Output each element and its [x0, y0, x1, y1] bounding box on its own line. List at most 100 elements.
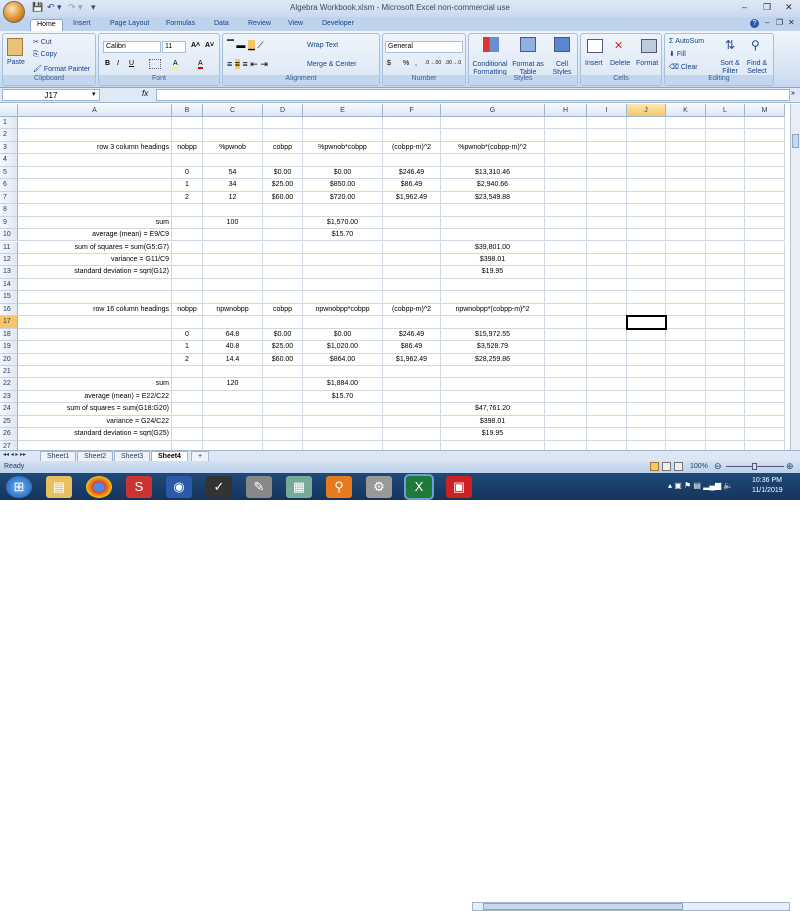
- cell-E1[interactable]: [303, 117, 383, 130]
- cell-C10[interactable]: [203, 229, 263, 242]
- cell-M11[interactable]: [745, 241, 785, 254]
- cell-A27[interactable]: [18, 440, 172, 450]
- cell-H13[interactable]: [545, 266, 587, 279]
- cell-K10[interactable]: [666, 229, 706, 242]
- cell-J18[interactable]: [627, 328, 666, 342]
- row-header-9[interactable]: 9: [0, 216, 18, 230]
- page-layout-view-button[interactable]: [662, 462, 671, 471]
- cell-D11[interactable]: [263, 241, 303, 254]
- cell-I13[interactable]: [587, 266, 627, 279]
- cell-L5[interactable]: [706, 166, 745, 180]
- name-box[interactable]: J17: [2, 89, 100, 101]
- cell-I7[interactable]: [587, 191, 627, 205]
- cell-I14[interactable]: [587, 278, 627, 292]
- cell-L26[interactable]: [706, 428, 745, 441]
- cell-G18[interactable]: $15,972.55: [441, 328, 545, 342]
- cell-G24[interactable]: $47,761.20: [441, 403, 545, 416]
- cell-G8[interactable]: [441, 204, 545, 217]
- cell-D16[interactable]: cobpp: [263, 303, 303, 317]
- cell-M1[interactable]: [745, 117, 785, 130]
- cell-M19[interactable]: [745, 341, 785, 354]
- cut-button[interactable]: ✂ Cut: [33, 38, 52, 46]
- cell-D15[interactable]: [263, 291, 303, 304]
- column-header-M[interactable]: M: [745, 104, 785, 117]
- cell-M25[interactable]: [745, 415, 785, 429]
- cell-B17[interactable]: [172, 316, 203, 329]
- cell-K3[interactable]: [666, 141, 706, 155]
- cell-C4[interactable]: [203, 154, 263, 167]
- cell-E20[interactable]: $864.00: [303, 353, 383, 366]
- column-header-K[interactable]: K: [666, 104, 706, 117]
- cell-F11[interactable]: [383, 241, 441, 254]
- cell-I5[interactable]: [587, 166, 627, 180]
- cell-A11[interactable]: sum of squares = sum(G5:G7): [18, 241, 172, 254]
- delete-button[interactable]: Delete: [610, 60, 630, 67]
- cell-K4[interactable]: [666, 154, 706, 167]
- cell-M3[interactable]: [745, 141, 785, 155]
- cell-L4[interactable]: [706, 154, 745, 167]
- italic-button[interactable]: I: [117, 60, 119, 67]
- cell-I10[interactable]: [587, 229, 627, 242]
- cell-L18[interactable]: [706, 328, 745, 342]
- cell-K20[interactable]: [666, 353, 706, 366]
- cell-H25[interactable]: [545, 415, 587, 429]
- cell-B19[interactable]: 1: [172, 341, 203, 354]
- cell-E19[interactable]: $1,020.00: [303, 341, 383, 354]
- font-size-select[interactable]: 11: [162, 41, 186, 53]
- row-header-2[interactable]: 2: [0, 129, 18, 142]
- percent-button[interactable]: %: [403, 60, 409, 67]
- cell-E23[interactable]: $15.70: [303, 390, 383, 404]
- cell-F14[interactable]: [383, 278, 441, 292]
- row-header-10[interactable]: 10: [0, 229, 18, 242]
- cell-L19[interactable]: [706, 341, 745, 354]
- cell-K7[interactable]: [666, 191, 706, 205]
- cell-D7[interactable]: $60.00: [263, 191, 303, 205]
- cell-H16[interactable]: [545, 303, 587, 317]
- cell-G13[interactable]: $19.95: [441, 266, 545, 279]
- cell-A12[interactable]: variance = G11/C9: [18, 253, 172, 267]
- column-header-E[interactable]: E: [303, 104, 383, 117]
- insert-function-button[interactable]: fx: [142, 89, 148, 98]
- cell-F21[interactable]: [383, 366, 441, 379]
- spreadsheet-grid[interactable]: A B C D E F G H I J K L M 1 2 3 row 3 column headings nob…: [0, 104, 790, 450]
- font-name-select[interactable]: Calibri: [103, 41, 161, 53]
- cell-B24[interactable]: [172, 403, 203, 416]
- cell-I11[interactable]: [587, 241, 627, 254]
- sort-filter-button[interactable]: Sort & Filter: [717, 60, 743, 76]
- cell-F27[interactable]: [383, 440, 441, 450]
- cell-C21[interactable]: [203, 366, 263, 379]
- fill-button[interactable]: ⬇ Fill: [669, 50, 686, 58]
- row-header-13[interactable]: 13: [0, 266, 18, 279]
- borders-icon[interactable]: [149, 59, 161, 69]
- chrome-taskbar-icon[interactable]: [86, 476, 112, 498]
- cell-F7[interactable]: $1,962.49: [383, 191, 441, 205]
- app-tool-taskbar-icon[interactable]: ✎: [246, 476, 272, 498]
- align-horizontal-icons[interactable]: ≡ ≡ ≡ ⇤ ⇥: [227, 59, 268, 70]
- cell-G11[interactable]: $39,801.00: [441, 241, 545, 254]
- cell-A10[interactable]: average (mean) = E9/C9: [18, 229, 172, 242]
- cell-B5[interactable]: 0: [172, 166, 203, 180]
- cell-G19[interactable]: $3,528.79: [441, 341, 545, 354]
- minimize-button[interactable]: –: [742, 2, 747, 12]
- app-s-taskbar-icon[interactable]: S: [126, 476, 152, 498]
- cell-G7[interactable]: $23,549.88: [441, 191, 545, 205]
- cell-K8[interactable]: [666, 204, 706, 217]
- cell-B23[interactable]: [172, 390, 203, 404]
- cell-B22[interactable]: [172, 378, 203, 391]
- cell-A25[interactable]: variance = G24/C22: [18, 415, 172, 429]
- app-v-taskbar-icon[interactable]: ✓: [206, 476, 232, 498]
- cell-G20[interactable]: $28,259.86: [441, 353, 545, 366]
- cell-A4[interactable]: [18, 154, 172, 167]
- comma-button[interactable]: ,: [415, 60, 417, 67]
- row-header-25[interactable]: 25: [0, 415, 18, 429]
- cell-A8[interactable]: [18, 204, 172, 217]
- row-header-27[interactable]: 27: [0, 440, 18, 450]
- cell-M17[interactable]: [745, 316, 785, 329]
- cell-K9[interactable]: [666, 216, 706, 230]
- app-gear-taskbar-icon[interactable]: ⚙: [366, 476, 392, 498]
- cell-B16[interactable]: nobpp: [172, 303, 203, 317]
- app-red-taskbar-icon[interactable]: ▣: [446, 476, 472, 498]
- cell-H19[interactable]: [545, 341, 587, 354]
- cell-F23[interactable]: [383, 390, 441, 404]
- cell-L11[interactable]: [706, 241, 745, 254]
